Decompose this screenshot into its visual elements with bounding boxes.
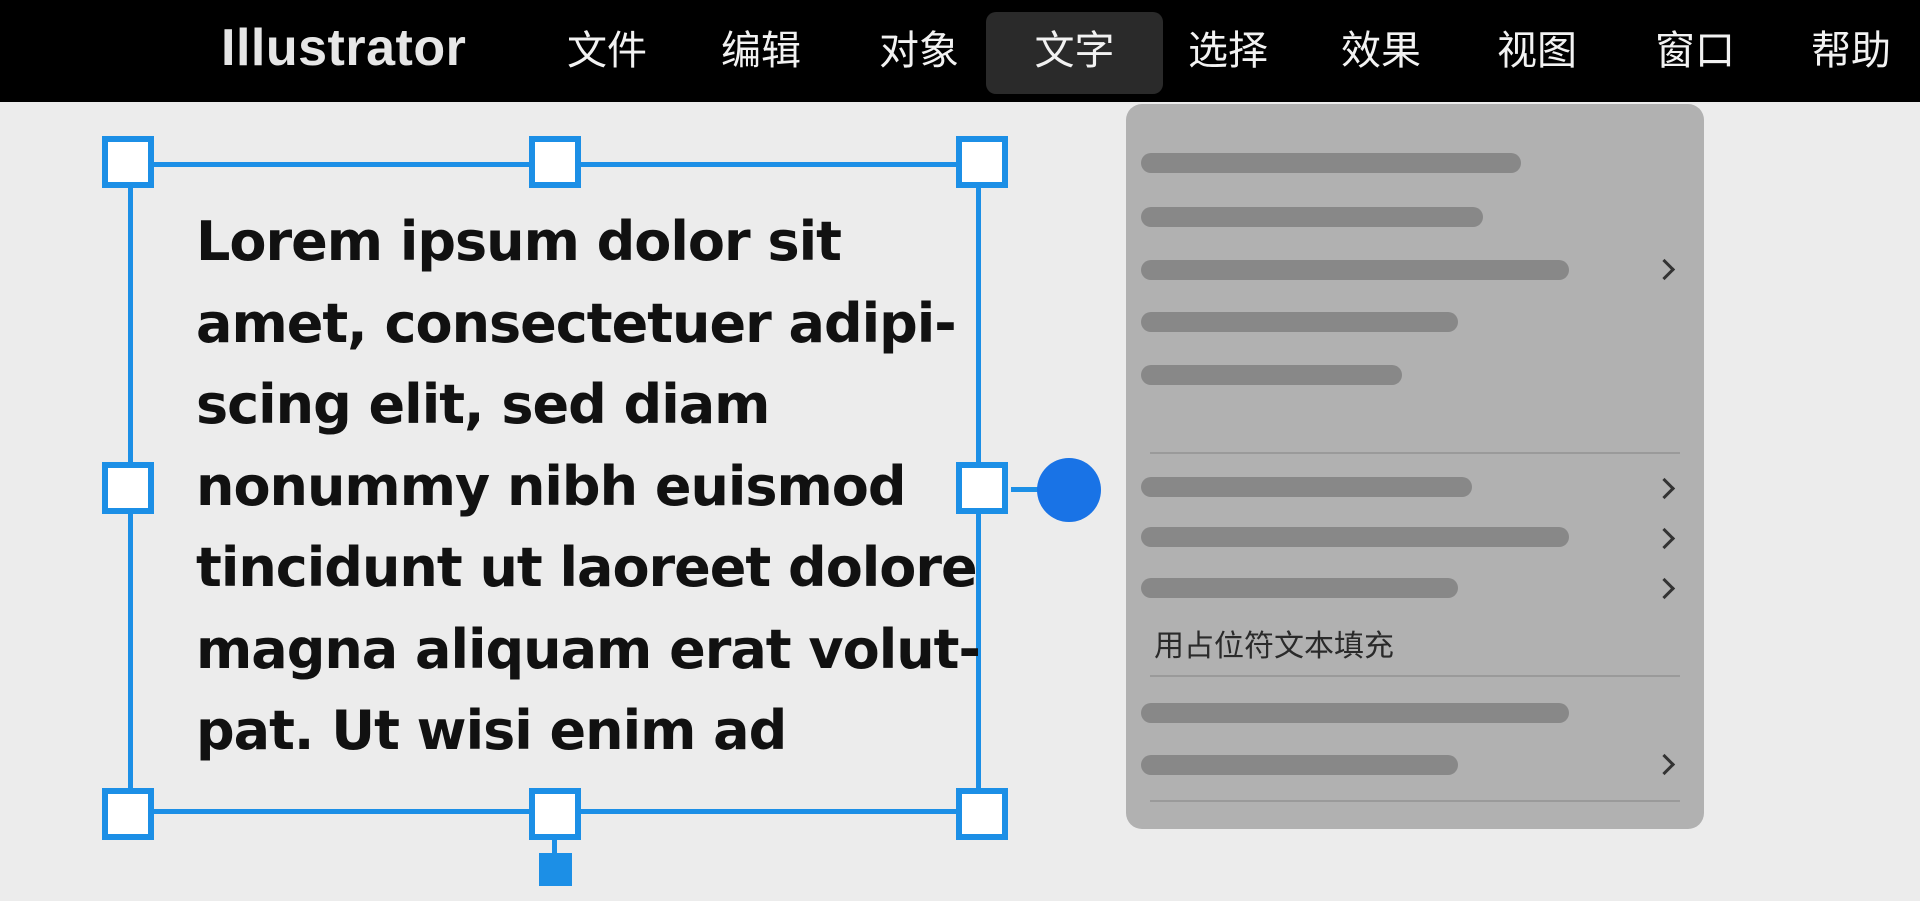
menu-separator bbox=[1150, 452, 1680, 454]
text-line: scing elit, sed diam bbox=[196, 373, 770, 436]
menu-item-placeholder[interactable] bbox=[1141, 207, 1483, 227]
text-line: amet, consectetuer adipi- bbox=[196, 291, 957, 355]
text-thread-out-port[interactable] bbox=[1037, 458, 1101, 522]
resize-handle-bottom-right[interactable] bbox=[956, 788, 1008, 840]
menu-item-placeholder[interactable] bbox=[1141, 578, 1458, 598]
menu-item-placeholder[interactable] bbox=[1141, 477, 1472, 497]
menu-item-placeholder[interactable] bbox=[1141, 365, 1402, 385]
text-line: nonummy nibh euismod bbox=[196, 454, 907, 518]
menu-effect[interactable]: 效果 bbox=[1326, 12, 1436, 94]
text-line: tincidunt ut laoreet dolore bbox=[196, 536, 978, 599]
submenu-arrow-icon bbox=[1653, 753, 1676, 776]
menu-item-placeholder[interactable] bbox=[1141, 260, 1569, 280]
resize-handle-top-right[interactable] bbox=[956, 136, 1008, 188]
menu-view[interactable]: 视图 bbox=[1482, 12, 1592, 94]
menu-window[interactable]: 窗口 bbox=[1640, 12, 1750, 94]
menu-file[interactable]: 文件 bbox=[552, 12, 662, 94]
text-line: pat. Ut wisi enim ad bbox=[196, 699, 787, 762]
menu-help[interactable]: 帮助 bbox=[1796, 12, 1906, 94]
menu-edit[interactable]: 编辑 bbox=[706, 12, 816, 94]
menu-item-placeholder[interactable] bbox=[1141, 527, 1569, 547]
menu-item-placeholder[interactable] bbox=[1141, 153, 1521, 173]
resize-handle-bottom-center[interactable] bbox=[529, 788, 581, 840]
resize-handle-top-left[interactable] bbox=[102, 136, 154, 188]
submenu-arrow-icon bbox=[1653, 577, 1676, 600]
app-name[interactable]: Illustrator bbox=[221, 16, 466, 80]
resize-handle-middle-left[interactable] bbox=[102, 462, 154, 514]
menu-item-fill-placeholder-text[interactable]: 用占位符文本填充 bbox=[1154, 621, 1394, 665]
menu-object[interactable]: 对象 bbox=[864, 12, 974, 94]
submenu-arrow-icon bbox=[1653, 258, 1676, 281]
menu-item-placeholder[interactable] bbox=[1141, 312, 1458, 332]
menu-item-placeholder[interactable] bbox=[1141, 755, 1458, 775]
text-line: Lorem ipsum dolor sit bbox=[196, 210, 842, 273]
resize-handle-middle-right[interactable] bbox=[956, 462, 1008, 514]
text-frame-content[interactable]: Lorem ipsum dolor sit amet, consectetuer… bbox=[196, 201, 981, 772]
menu-select[interactable]: 选择 bbox=[1173, 12, 1283, 94]
menu-separator bbox=[1150, 675, 1680, 677]
resize-handle-top-center[interactable] bbox=[529, 136, 581, 188]
menu-separator bbox=[1150, 800, 1680, 802]
submenu-arrow-icon bbox=[1653, 527, 1676, 550]
menu-bar: Illustrator 文件 编辑 对象 文字 选择 效果 视图 窗口 帮助 bbox=[0, 0, 1920, 102]
resize-handle-bottom-left[interactable] bbox=[102, 788, 154, 840]
type-menu-dropdown: 用占位符文本填充 bbox=[1126, 104, 1704, 829]
menu-item-placeholder[interactable] bbox=[1141, 703, 1569, 723]
rotate-handle[interactable] bbox=[539, 853, 572, 886]
text-line: magna aliquam erat volut- bbox=[196, 617, 981, 681]
menu-type[interactable]: 文字 bbox=[986, 12, 1163, 94]
submenu-arrow-icon bbox=[1653, 477, 1676, 500]
